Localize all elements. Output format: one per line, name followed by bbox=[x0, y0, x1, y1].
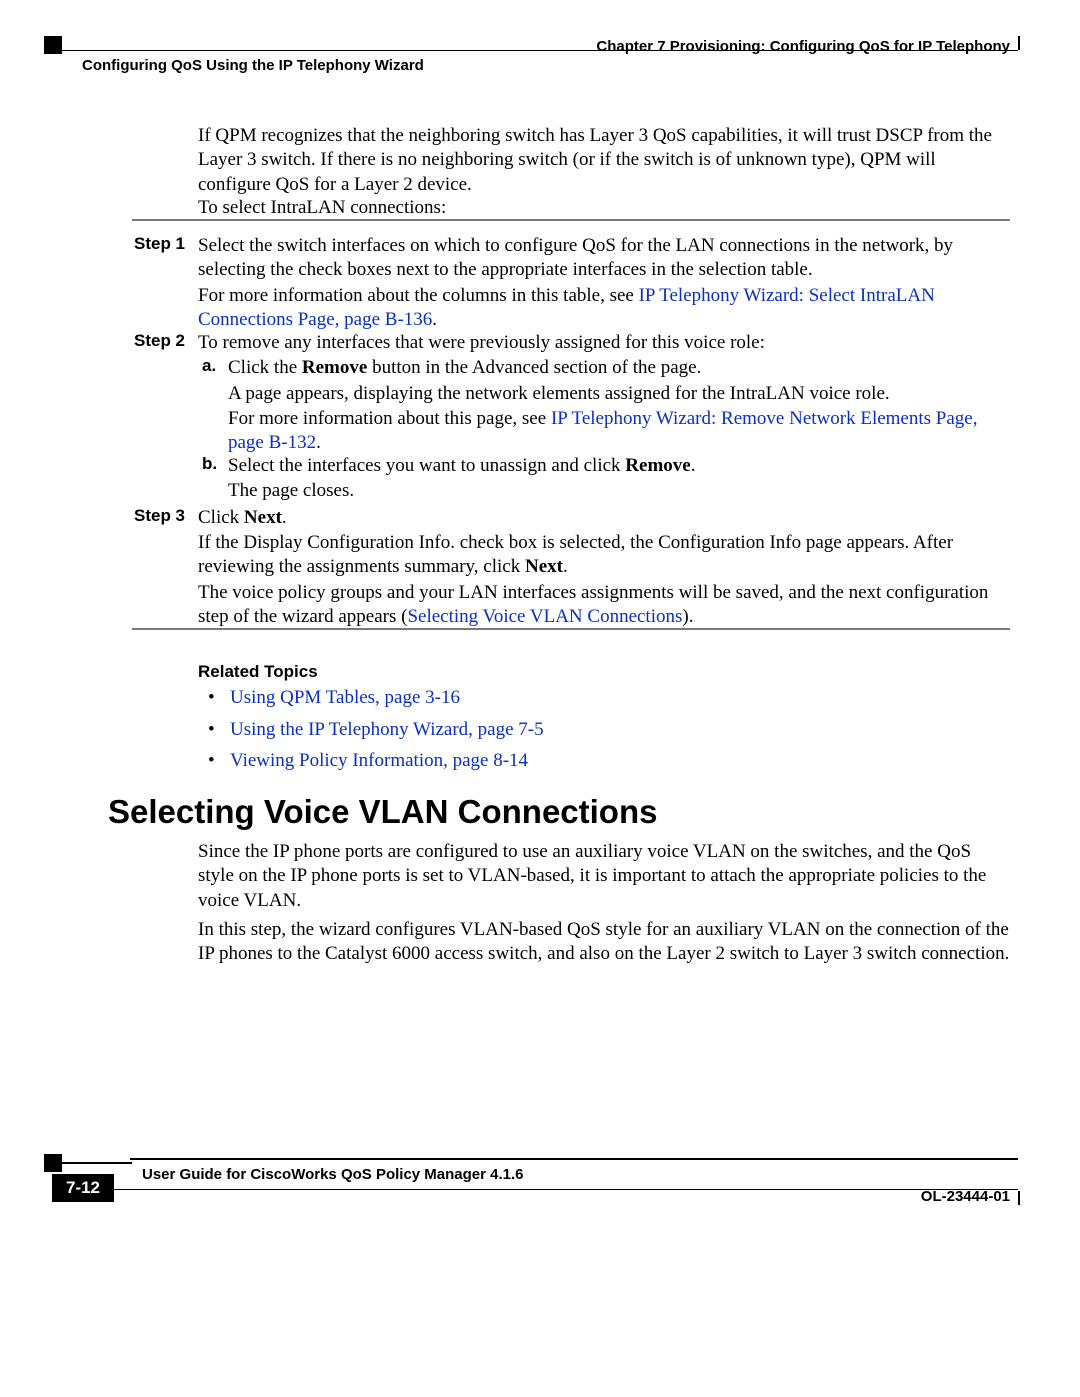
footer-rule-2 bbox=[114, 1189, 1018, 1190]
steps-rule-top bbox=[132, 219, 1010, 221]
page: Chapter 7 Provisioning: Configuring QoS … bbox=[0, 0, 1080, 1397]
related-item-2: Viewing Policy Information, page 8-14 bbox=[208, 748, 1010, 774]
step2-b1-c: . bbox=[691, 455, 696, 476]
step2-a2: A page appears, displaying the network e… bbox=[228, 382, 1010, 406]
step3-label: Step 3 bbox=[134, 506, 185, 526]
step3-p2-c: . bbox=[563, 556, 568, 577]
step3-p3: The voice policy groups and your LAN int… bbox=[198, 581, 1010, 630]
step2-label: Step 2 bbox=[134, 331, 185, 351]
step3-p1-c: . bbox=[282, 507, 287, 528]
step2-b2: The page closes. bbox=[228, 479, 1010, 503]
header-tick-icon bbox=[1018, 36, 1020, 50]
step3-p2-b: Next bbox=[525, 556, 563, 577]
step2-a3: For more information about this page, se… bbox=[228, 407, 1010, 456]
related-heading: Related Topics bbox=[198, 662, 318, 682]
header-section: Configuring QoS Using the IP Telephony W… bbox=[82, 57, 424, 74]
footer-tick-icon bbox=[1018, 1191, 1020, 1205]
step2-b1-b: Remove bbox=[625, 455, 690, 476]
step3-p2: If the Display Configuration Info. check… bbox=[198, 531, 1010, 580]
step3-p3-b: ). bbox=[682, 606, 693, 627]
intro-p1: If QPM recognizes that the neighboring s… bbox=[198, 124, 1010, 197]
related-link-2[interactable]: Viewing Policy Information, page 8-14 bbox=[230, 750, 528, 771]
step2-a-label: a. bbox=[202, 356, 216, 376]
step3-p1-b: Next bbox=[244, 507, 282, 528]
step3-p3-link[interactable]: Selecting Voice VLAN Connections bbox=[407, 606, 682, 627]
step2-p1: To remove any interfaces that were previ… bbox=[198, 331, 1010, 355]
vlan-p1: Since the IP phone ports are configured … bbox=[198, 840, 1010, 913]
step2-a1-a: Click the bbox=[228, 357, 302, 378]
step3-p1-a: Click bbox=[198, 507, 244, 528]
step2-a1: Click the Remove button in the Advanced … bbox=[228, 356, 1010, 380]
related-link-0[interactable]: Using QPM Tables, page 3-16 bbox=[230, 687, 460, 708]
step2-a3-a: For more information about this page, se… bbox=[228, 408, 551, 429]
heading-voice-vlan: Selecting Voice VLAN Connections bbox=[108, 793, 657, 831]
vlan-p2: In this step, the wizard configures VLAN… bbox=[198, 918, 1010, 967]
steps-rule-bottom bbox=[132, 628, 1010, 630]
step2-a1-b: Remove bbox=[302, 357, 367, 378]
step2-b1: Select the interfaces you want to unassi… bbox=[228, 454, 1010, 478]
step1-p2-text: For more information about the columns i… bbox=[198, 285, 639, 306]
related-list: Using QPM Tables, page 3-16 Using the IP… bbox=[208, 685, 1010, 780]
step1-p2-end: . bbox=[432, 309, 437, 330]
step1-label: Step 1 bbox=[134, 234, 185, 254]
footer-page-number: 7-12 bbox=[52, 1174, 114, 1202]
related-item-0: Using QPM Tables, page 3-16 bbox=[208, 685, 1010, 711]
intro-p2: To select IntraLAN connections: bbox=[198, 196, 1010, 220]
step2-b-label: b. bbox=[202, 454, 217, 474]
step3-p2-a: If the Display Configuration Info. check… bbox=[198, 532, 953, 577]
step2-a3-b: . bbox=[316, 432, 321, 453]
footer-rule bbox=[130, 1158, 1018, 1160]
header-chapter: Chapter 7 Provisioning: Configuring QoS … bbox=[596, 38, 1010, 55]
footer-dash bbox=[62, 1162, 132, 1164]
header-marker-icon bbox=[44, 36, 62, 54]
step3-p1: Click Next. bbox=[198, 506, 1010, 530]
related-link-1[interactable]: Using the IP Telephony Wizard, page 7-5 bbox=[230, 719, 544, 740]
step2-a1-c: button in the Advanced section of the pa… bbox=[367, 357, 701, 378]
related-item-1: Using the IP Telephony Wizard, page 7-5 bbox=[208, 717, 1010, 743]
step2-b1-a: Select the interfaces you want to unassi… bbox=[228, 455, 625, 476]
step1-p2: For more information about the columns i… bbox=[198, 284, 1010, 333]
footer-doc-id: OL-23444-01 bbox=[921, 1188, 1010, 1205]
step1-p1: Select the switch interfaces on which to… bbox=[198, 234, 1010, 283]
footer-book-title: User Guide for CiscoWorks QoS Policy Man… bbox=[142, 1166, 524, 1183]
footer-marker-icon bbox=[44, 1154, 62, 1172]
